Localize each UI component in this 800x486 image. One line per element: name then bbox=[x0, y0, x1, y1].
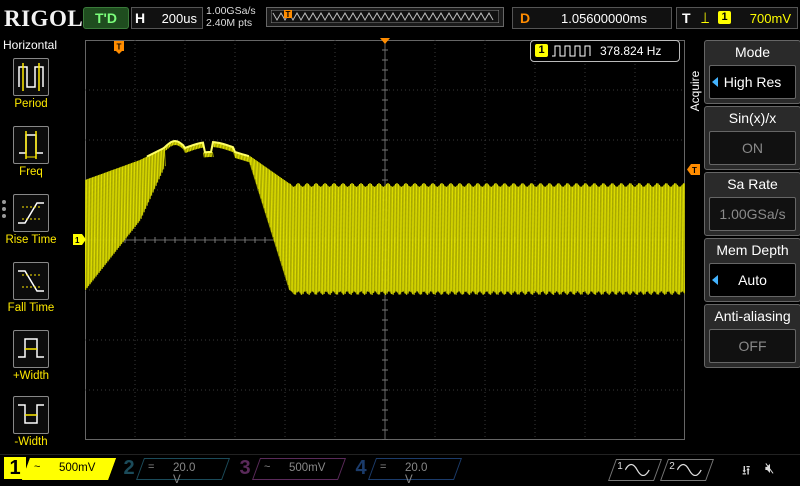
trigger-key: T bbox=[682, 10, 691, 26]
channel1-coupling: ~ bbox=[34, 461, 41, 473]
sa-rate-title: Sa Rate bbox=[727, 176, 778, 192]
positive-width-icon bbox=[13, 330, 49, 368]
brand-logo: RIGOL bbox=[4, 6, 84, 31]
negative-width-icon bbox=[13, 396, 49, 434]
measurement-channel-badge: 1 bbox=[535, 44, 548, 57]
frequency-measurement-box: 1 378.824 Hz bbox=[530, 40, 680, 62]
svg-text:T: T bbox=[286, 10, 291, 19]
period-label: Period bbox=[14, 98, 48, 110]
rising-edge-icon: ⟘ bbox=[701, 10, 710, 26]
channel2-coupling: = bbox=[148, 461, 155, 473]
mem-depth-softkey[interactable]: Mem Depth Auto bbox=[704, 238, 800, 302]
acquire-tab[interactable]: Acquire bbox=[686, 40, 704, 162]
sine-wave-icon bbox=[625, 463, 650, 476]
generator2-number: 2 bbox=[669, 461, 675, 472]
channel3-scale: 500mV bbox=[289, 462, 326, 474]
anti-aliasing-softkey[interactable]: Anti-aliasing OFF bbox=[704, 304, 800, 368]
measure-rise-time-button[interactable]: Rise Time bbox=[0, 192, 62, 256]
trigger-position-marker[interactable]: T bbox=[114, 41, 126, 55]
sa-rate-softkey[interactable]: Sa Rate 1.00GSa/s bbox=[704, 172, 800, 236]
waveform-display[interactable] bbox=[85, 40, 685, 440]
panel-title: Horizontal bbox=[2, 38, 58, 52]
delay-value: 1.05600000ms bbox=[561, 11, 648, 26]
delay-box[interactable]: D 1.05600000ms bbox=[512, 7, 672, 29]
usb-icon: ⭿ bbox=[742, 463, 751, 478]
svg-text:T: T bbox=[117, 43, 122, 52]
svg-text:1: 1 bbox=[75, 236, 80, 245]
mode-title: Mode bbox=[734, 44, 771, 60]
negative-width-label: -Width bbox=[14, 436, 48, 448]
horizontal-scale-value: 200us bbox=[161, 11, 197, 26]
channel1-offset-marker[interactable]: 1 bbox=[73, 234, 86, 245]
center-time-marker bbox=[380, 38, 390, 44]
horizontal-key: H bbox=[135, 10, 146, 26]
channel1-scale: 500mV bbox=[59, 462, 96, 474]
measure-freq-button[interactable]: Freq bbox=[0, 124, 62, 188]
rise-time-label: Rise Time bbox=[5, 234, 57, 246]
channel3-coupling: ~ bbox=[264, 461, 271, 473]
sine-wave-icon bbox=[677, 463, 702, 476]
sinx-value: ON bbox=[709, 131, 796, 165]
measure-positive-width-button[interactable]: +Width bbox=[0, 328, 62, 392]
memory-trigger-marker: T bbox=[284, 10, 292, 19]
square-wave-icon bbox=[552, 45, 591, 57]
measure-negative-width-button[interactable]: -Width bbox=[0, 394, 62, 458]
channel4-coupling: = bbox=[380, 461, 387, 473]
trigger-source-badge: 1 bbox=[718, 11, 731, 24]
measure-fall-time-button[interactable]: Fall Time bbox=[0, 260, 62, 324]
anti-aliasing-value: OFF bbox=[709, 329, 796, 363]
trigger-box[interactable]: T ⟘ 1 700mV bbox=[676, 7, 798, 29]
sa-rate-value: 1.00GSa/s bbox=[709, 197, 796, 231]
speaker-muted-icon[interactable]: 🔇︎ bbox=[765, 460, 774, 477]
fall-time-icon bbox=[13, 262, 49, 300]
generator1-number: 1 bbox=[617, 461, 623, 472]
memory-position-strip[interactable]: T bbox=[266, 7, 504, 27]
graticule bbox=[85, 40, 685, 440]
channel-status-bar: 1 ~ 500mV 2 = 20.0 V 3 ~ 500mV 4 = 20.0 … bbox=[0, 454, 800, 486]
rise-time-icon bbox=[13, 194, 49, 232]
acquire-tab-label: Acquire bbox=[688, 70, 702, 112]
mem-depth-value: Auto bbox=[709, 263, 796, 297]
top-status-bar: RIGOL T'D H 200us 1.00GSa/s 2.40M pts T … bbox=[0, 0, 800, 36]
sample-info: 1.00GSa/s 2.40M pts bbox=[206, 5, 256, 29]
period-icon bbox=[13, 58, 49, 96]
mode-value: High Res bbox=[709, 65, 796, 99]
measure-period-button[interactable]: Period bbox=[0, 56, 62, 120]
acquire-menu: Acquire Mode High Res Sin(x)/x ON Sa Rat… bbox=[686, 40, 800, 454]
mode-softkey[interactable]: Mode High Res bbox=[704, 40, 800, 104]
frequency-value: 378.824 Hz bbox=[600, 44, 662, 58]
sinx-softkey[interactable]: Sin(x)/x ON bbox=[704, 106, 800, 170]
anti-aliasing-title: Anti-aliasing bbox=[714, 308, 791, 324]
mem-depth-title: Mem Depth bbox=[716, 242, 789, 258]
option-arrow-icon bbox=[712, 275, 718, 285]
trigger-status-badge[interactable]: T'D bbox=[83, 7, 129, 29]
horizontal-measure-panel: Horizontal Period Freq Rise Time Fall Ti… bbox=[0, 36, 62, 454]
generator1-button[interactable]: 1 bbox=[607, 459, 663, 481]
option-arrow-icon bbox=[712, 77, 718, 87]
positive-width-label: +Width bbox=[12, 370, 50, 382]
channel4-scale: 20.0 V bbox=[405, 462, 428, 486]
sinx-title: Sin(x)/x bbox=[728, 110, 777, 126]
sample-rate-readout: 1.00GSa/s bbox=[206, 5, 256, 17]
channel2-scale: 20.0 V bbox=[173, 462, 196, 486]
memory-points-readout: 2.40M pts bbox=[206, 17, 253, 29]
horizontal-scale-box[interactable]: H 200us bbox=[131, 7, 203, 29]
delay-key: D bbox=[520, 10, 531, 26]
freq-label: Freq bbox=[19, 166, 43, 178]
generator2-button[interactable]: 2 bbox=[659, 459, 715, 481]
memory-waveform-overview: T bbox=[271, 10, 499, 23]
frequency-icon bbox=[13, 126, 49, 164]
trigger-level-value: 700mV bbox=[749, 11, 791, 26]
fall-time-label: Fall Time bbox=[7, 302, 55, 314]
